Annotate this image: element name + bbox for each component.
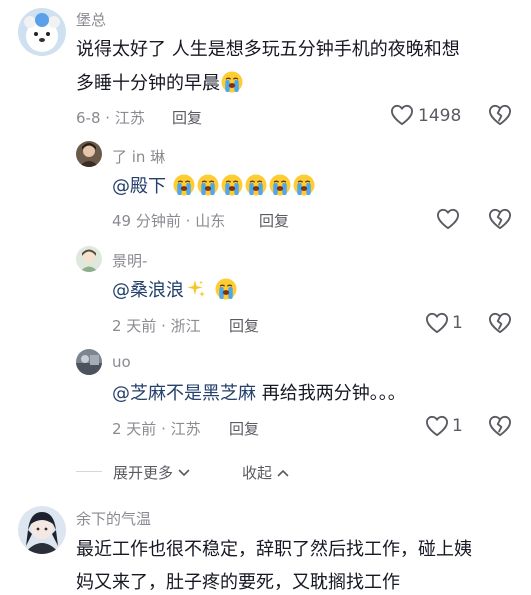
like-button[interactable]: [425, 415, 449, 437]
dislike-button[interactable]: [488, 415, 512, 437]
cry-emoji: [221, 71, 243, 93]
comment-username[interactable]: 余下的气温: [76, 508, 151, 529]
reply-text: @殿下: [112, 170, 316, 204]
dislike-button[interactable]: [488, 208, 512, 230]
reply-button[interactable]: 回复: [172, 107, 202, 128]
like-count: 1: [452, 416, 463, 436]
broken-heart-icon: [488, 208, 512, 230]
cry-emoji: [221, 174, 243, 196]
cry-emoji: [269, 174, 291, 196]
mention-link[interactable]: @芝麻不是黑芝麻: [112, 383, 256, 404]
avatar[interactable]: [76, 349, 102, 375]
comment-date: 6-8: [76, 109, 101, 127]
expand-more-label: 展开更多: [113, 464, 174, 482]
heart-outline-icon: [436, 208, 460, 230]
broken-heart-icon: [488, 104, 512, 126]
reply-meta: 2 天前 · 浙江: [112, 315, 201, 336]
avatar[interactable]: [76, 246, 102, 272]
like-button[interactable]: [425, 312, 449, 334]
collapse-button[interactable]: 收起: [242, 462, 289, 483]
heart-outline-icon: [425, 312, 449, 334]
comment-text-line2: 妈又来了，肚子疼的要死，又耽搁找工作: [76, 572, 400, 593]
reply-username[interactable]: 了 in 琳: [112, 146, 165, 167]
avatar[interactable]: [18, 506, 66, 554]
reply-time: 2 天前: [112, 317, 157, 335]
comment-text-line1: 说得太好了 人生是想多玩五分钟手机的夜晚和想: [76, 39, 460, 60]
reply-button[interactable]: 回复: [229, 315, 259, 336]
comment-text: 多睡十分钟的早晨: [76, 73, 220, 94]
broken-heart-icon: [488, 415, 512, 437]
reply-meta: 2 天前 · 江苏: [112, 418, 201, 439]
reply-location: 山东: [195, 212, 226, 230]
heart-outline-icon: [390, 104, 414, 126]
reply-message: 再给我两分钟。。。: [261, 383, 406, 404]
expand-more-button[interactable]: 展开更多: [113, 462, 190, 483]
meta-separator: ·: [185, 212, 191, 230]
chevron-down-icon: [178, 469, 190, 476]
comment-text-line1: 最近工作也很不稳定，辞职了然后找工作，碰上姨: [76, 539, 472, 560]
divider: [76, 471, 102, 472]
collapse-label: 收起: [242, 464, 273, 482]
meta-separator: ·: [105, 109, 111, 127]
dislike-button[interactable]: [488, 312, 512, 334]
mention-link[interactable]: @桑浪浪: [112, 280, 184, 301]
mention-link[interactable]: @殿下: [112, 176, 166, 197]
like-button[interactable]: [390, 104, 414, 126]
cry-emoji: [197, 174, 219, 196]
chevron-up-icon: [277, 470, 289, 477]
reply-meta: 49 分钟前 · 山东: [112, 210, 225, 231]
like-button[interactable]: [436, 208, 460, 230]
like-count: 1: [452, 313, 463, 333]
meta-separator: ·: [161, 420, 166, 438]
comment-username[interactable]: 堡总: [76, 9, 106, 30]
reply-time: 2 天前: [112, 420, 157, 438]
like-count: 1498: [418, 106, 462, 126]
reply-button[interactable]: 回复: [229, 418, 259, 439]
avatar[interactable]: [76, 141, 102, 167]
comment-location: 江苏: [114, 109, 145, 127]
meta-separator: ·: [161, 317, 166, 335]
reply-text: @桑浪浪: [112, 274, 238, 308]
reply-time: 49 分钟前: [112, 212, 181, 230]
reply-text: @芝麻不是黑芝麻 再给我两分钟。。。: [112, 377, 406, 411]
cry-emoji: [215, 278, 237, 300]
reply-location: 浙江: [170, 317, 201, 335]
dislike-button[interactable]: [488, 104, 512, 126]
reply-button[interactable]: 回复: [259, 210, 289, 231]
comment-meta: 6-8 · 江苏: [76, 107, 145, 128]
reply-username[interactable]: uo: [112, 353, 131, 371]
reply-location: 江苏: [170, 420, 201, 438]
heart-outline-icon: [425, 415, 449, 437]
avatar[interactable]: [18, 8, 66, 56]
cry-emoji: [293, 174, 315, 196]
broken-heart-icon: [488, 312, 512, 334]
comment-text-line2: 多睡十分钟的早晨: [76, 67, 244, 101]
sparkles-emoji: [186, 279, 206, 299]
cry-emoji: [245, 174, 267, 196]
reply-username[interactable]: 景明-: [112, 250, 147, 271]
cry-emoji: [173, 174, 195, 196]
